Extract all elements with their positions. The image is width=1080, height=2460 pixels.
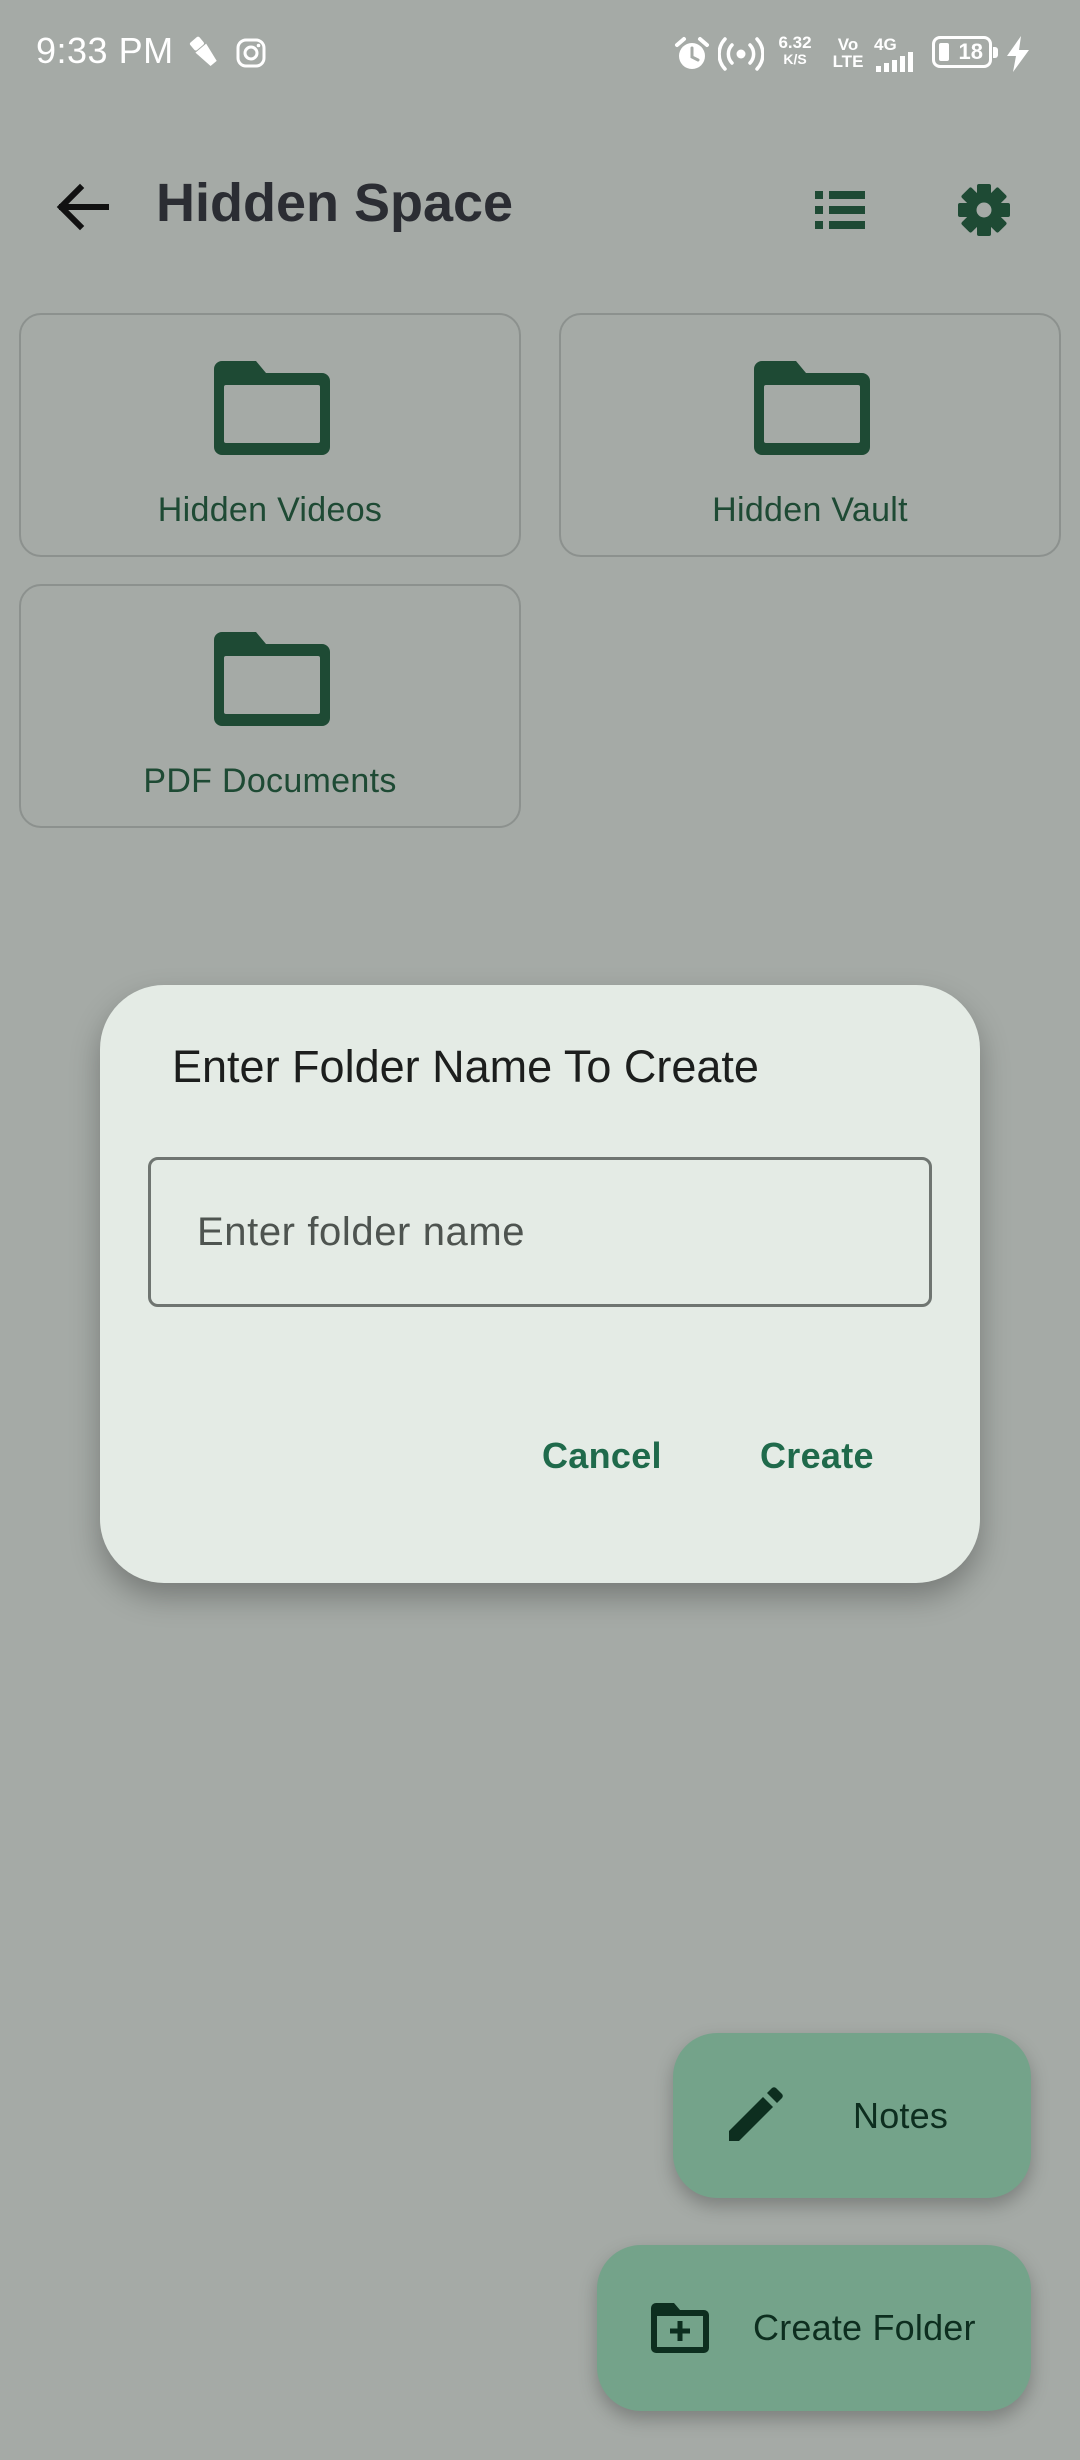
back-button[interactable] (44, 166, 124, 246)
alarm-icon (675, 37, 709, 69)
charging-icon (1007, 36, 1029, 72)
battery-icon: 18 (932, 36, 998, 68)
settings-button[interactable] (944, 170, 1024, 250)
folder-card-hidden-vault[interactable]: Hidden Vault (559, 313, 1061, 557)
volte-bottom: LTE (832, 52, 864, 71)
notes-fab[interactable]: Notes (673, 2033, 1031, 2198)
create-folder-dialog: Enter Folder Name To Create Cancel Creat… (100, 985, 980, 1583)
folder-label: PDF Documents (143, 762, 397, 800)
list-view-button[interactable] (800, 170, 880, 250)
app-bar: Hidden Space (0, 120, 1080, 290)
status-time: 9:33 PM (36, 30, 174, 71)
folder-icon (214, 632, 330, 726)
flashlight-icon (189, 36, 217, 67)
folder-card-hidden-videos[interactable]: Hidden Videos (19, 313, 521, 557)
page-title: Hidden Space (156, 173, 514, 233)
data-speed-unit: K/S (783, 51, 807, 67)
folder-card-pdf-documents[interactable]: PDF Documents (19, 584, 521, 828)
folder-icon (754, 361, 870, 455)
gear-icon (958, 184, 1010, 236)
cancel-button[interactable]: Cancel (542, 1435, 662, 1477)
list-view-icon (815, 191, 865, 229)
status-bar: 9:33 PM 6.32 K/S Vo LTE 4G 18 (0, 0, 1080, 108)
folder-label: Hidden Vault (712, 491, 908, 529)
pencil-icon (729, 2087, 783, 2141)
folder-label: Hidden Videos (157, 491, 383, 529)
volte-top: Vo (837, 35, 859, 54)
create-button[interactable]: Create (760, 1435, 874, 1477)
notes-fab-label: Notes (853, 2095, 949, 2136)
data-speed-value: 6.32 (778, 33, 812, 52)
folder-name-input[interactable] (148, 1157, 932, 1307)
create-folder-fab-label: Create Folder (753, 2307, 976, 2348)
back-arrow-icon (56, 183, 109, 231)
battery-level: 18 (958, 39, 983, 64)
dialog-title: Enter Folder Name To Create (172, 1041, 759, 1092)
create-folder-icon (651, 2303, 709, 2353)
folder-icon (214, 361, 330, 455)
instagram-icon (236, 38, 266, 68)
signal-icon (876, 52, 913, 72)
hotspot-icon (718, 37, 764, 71)
network-type: 4G (874, 35, 897, 54)
create-folder-fab[interactable]: Create Folder (597, 2245, 1031, 2411)
